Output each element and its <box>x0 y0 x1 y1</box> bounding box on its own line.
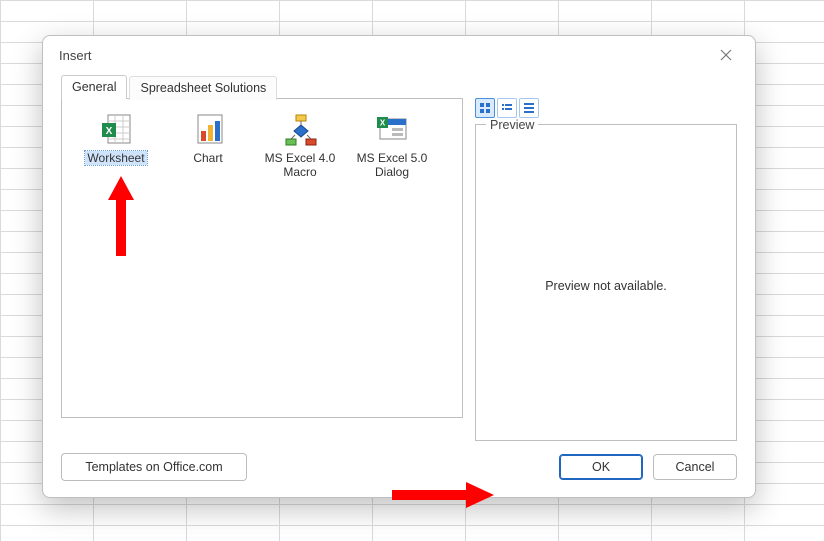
template-item-chart[interactable]: Chart <box>162 111 254 179</box>
templates-office-button[interactable]: Templates on Office.com <box>61 453 247 481</box>
view-list-button[interactable] <box>497 98 517 118</box>
template-item-dialog[interactable]: X MS Excel 5.0 Dialog <box>346 111 438 179</box>
excel-worksheet-icon: X <box>98 111 134 147</box>
dialog-titlebar: Insert <box>43 36 755 74</box>
preview-content: Preview not available. <box>476 132 736 440</box>
close-button[interactable] <box>709 41 743 69</box>
insert-dialog: Insert General Spreadsheet Solutions X <box>42 35 756 498</box>
template-item-label: MS Excel 5.0 Dialog <box>346 151 438 179</box>
right-column: Preview Preview not available. <box>475 98 737 441</box>
cancel-button[interactable]: Cancel <box>653 454 737 480</box>
svg-text:X: X <box>380 119 386 128</box>
template-list-panel[interactable]: X Worksheet Chart <box>61 98 463 418</box>
template-item-label: Worksheet <box>85 151 146 165</box>
tab-spreadsheet-solutions[interactable]: Spreadsheet Solutions <box>129 76 277 100</box>
template-item-worksheet[interactable]: X Worksheet <box>70 111 162 179</box>
template-item-label: MS Excel 4.0 Macro <box>254 151 346 179</box>
chart-icon <box>190 111 226 147</box>
preview-panel: Preview Preview not available. <box>475 124 737 441</box>
template-item-label: Chart <box>193 151 222 165</box>
view-details-button[interactable] <box>519 98 539 118</box>
details-icon <box>523 102 535 114</box>
excel-dialog-icon: X <box>374 111 410 147</box>
flowchart-macro-icon <box>282 111 318 147</box>
template-item-macro[interactable]: MS Excel 4.0 Macro <box>254 111 346 179</box>
ok-button[interactable]: OK <box>559 454 643 480</box>
close-icon <box>719 48 733 62</box>
preview-group-label: Preview <box>486 118 538 132</box>
tab-strip: General Spreadsheet Solutions <box>43 74 755 98</box>
dialog-title: Insert <box>59 48 709 63</box>
preview-message: Preview not available. <box>545 279 667 293</box>
list-icon <box>501 102 513 114</box>
tab-general[interactable]: General <box>61 75 127 99</box>
svg-text:X: X <box>106 126 113 137</box>
view-large-icons-button[interactable] <box>475 98 495 118</box>
dialog-footer: Templates on Office.com OK Cancel <box>43 453 755 497</box>
dialog-content: X Worksheet Chart <box>43 98 755 453</box>
large-icons-icon <box>479 102 491 114</box>
